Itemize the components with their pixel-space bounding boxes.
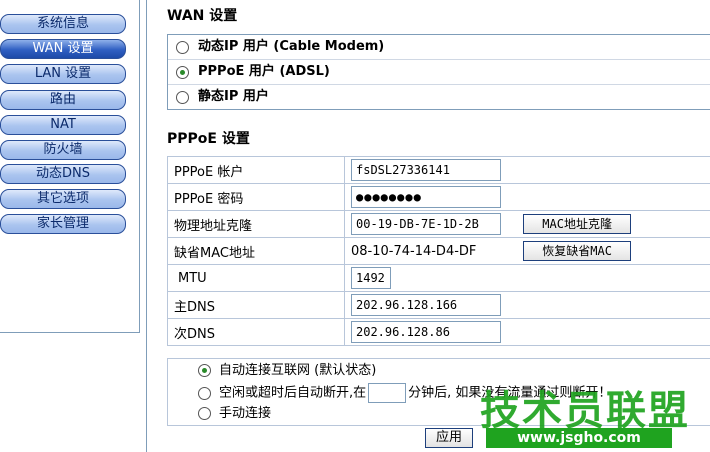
radio-static-ip[interactable]: [176, 91, 189, 104]
wan-mode-group: 动态IP 用户 (Cable Modem) PPPoE 用户 (ADSL) 静态…: [167, 34, 710, 110]
restore-mac-button[interactable]: 恢复缺省MAC: [523, 241, 632, 261]
sidebar-item-nat[interactable]: NAT: [0, 115, 126, 135]
dns1-input[interactable]: 202.96.128.166: [351, 294, 501, 316]
dial-idle-suffix: 分钟后, 如果没有流量通过则断开！: [408, 385, 612, 401]
mtu-input[interactable]: 1492: [351, 267, 391, 289]
sidebar-item-ddns[interactable]: 动态DNS: [0, 164, 126, 184]
mtu-label: MTU: [167, 264, 345, 292]
dial-manual-label: 手动连接: [219, 406, 272, 421]
sidebar-item-wan[interactable]: WAN 设置: [0, 39, 126, 59]
dial-auto-option[interactable]: 自动连接互联网 (默认状态): [198, 361, 376, 381]
mode-static-ip-label: 静态IP 用户: [198, 89, 269, 104]
table-row: PPPoE 密码 ●●●●●●●●: [167, 183, 710, 211]
mode-dynamic-ip[interactable]: 动态IP 用户 (Cable Modem): [168, 35, 710, 60]
sidebar-item-parental-control[interactable]: 家长管理: [0, 214, 126, 234]
default-mac-value: 08-10-74-14-D4-DF: [351, 244, 477, 259]
mode-dynamic-ip-label: 动态IP 用户 (Cable Modem): [198, 39, 385, 54]
sidebar-item-lan[interactable]: LAN 设置: [0, 64, 126, 84]
default-mac-label: 缺省MAC地址: [167, 237, 345, 265]
mac-clone-label: 物理地址克隆: [167, 210, 345, 238]
dial-idle-prefix: 空闲或超时后自动断开,在: [219, 385, 367, 401]
dns2-label: 次DNS: [167, 318, 345, 346]
dial-mode-group: 自动连接互联网 (默认状态) 空闲或超时后自动断开,在 分钟后, 如果没有流量通过…: [167, 358, 710, 426]
sidebar-item-firewall[interactable]: 防火墙: [0, 140, 126, 160]
table-row: PPPoE 帐户 fsDSL27336141: [167, 156, 710, 184]
apply-button[interactable]: 应用: [425, 428, 473, 448]
sidebar-item-system-info[interactable]: 系统信息: [0, 14, 126, 34]
table-row: 缺省MAC地址 08-10-74-14-D4-DF 恢复缺省MAC: [167, 237, 710, 265]
main-panel: WAN 设置 动态IP 用户 (Cable Modem) PPPoE 用户 (A…: [146, 0, 710, 452]
radio-pppoe[interactable]: [176, 66, 189, 79]
table-row: 主DNS 202.96.128.166: [167, 291, 710, 319]
table-row: 物理地址克隆 00-19-DB-7E-1D-2B MAC地址克隆: [167, 210, 710, 238]
sidebar-item-other-options[interactable]: 其它选项: [0, 189, 126, 209]
dial-auto-label: 自动连接互联网 (默认状态): [219, 363, 377, 378]
dns2-input[interactable]: 202.96.128.86: [351, 321, 501, 343]
idle-minutes-input[interactable]: [368, 383, 407, 403]
wan-section-title: WAN 设置: [167, 8, 238, 24]
radio-dial-idle[interactable]: [198, 386, 211, 400]
radio-dynamic-ip[interactable]: [176, 41, 189, 54]
password-input[interactable]: ●●●●●●●●: [351, 186, 501, 208]
pppoe-settings-table: PPPoE 帐户 fsDSL27336141 PPPoE 密码 ●●●●●●●●…: [167, 156, 710, 346]
sidebar-item-routing[interactable]: 路由: [0, 90, 126, 110]
account-label: PPPoE 帐户: [167, 156, 345, 184]
dial-manual-option[interactable]: 手动连接: [198, 404, 271, 424]
table-row: MTU 1492: [167, 264, 710, 292]
radio-dial-auto[interactable]: [198, 364, 211, 377]
mode-pppoe-label: PPPoE 用户 (ADSL): [198, 64, 330, 79]
dial-idle-option[interactable]: 空闲或超时后自动断开,在 分钟后, 如果没有流量通过则断开！: [198, 383, 611, 403]
mac-clone-input[interactable]: 00-19-DB-7E-1D-2B: [351, 213, 501, 235]
dns1-label: 主DNS: [167, 291, 345, 319]
account-input[interactable]: fsDSL27336141: [351, 159, 501, 181]
sidebar-nav: 系统信息 WAN 设置 LAN 设置 路由 NAT 防火墙 动态DNS 其它选项…: [0, 0, 140, 333]
mode-static-ip[interactable]: 静态IP 用户: [168, 85, 710, 109]
password-label: PPPoE 密码: [167, 183, 345, 211]
mac-clone-button[interactable]: MAC地址克隆: [523, 214, 632, 234]
radio-dial-manual[interactable]: [198, 407, 211, 420]
table-row: 次DNS 202.96.128.86: [167, 318, 710, 346]
mode-pppoe[interactable]: PPPoE 用户 (ADSL): [168, 60, 710, 85]
pppoe-section-title: PPPoE 设置: [167, 131, 250, 147]
